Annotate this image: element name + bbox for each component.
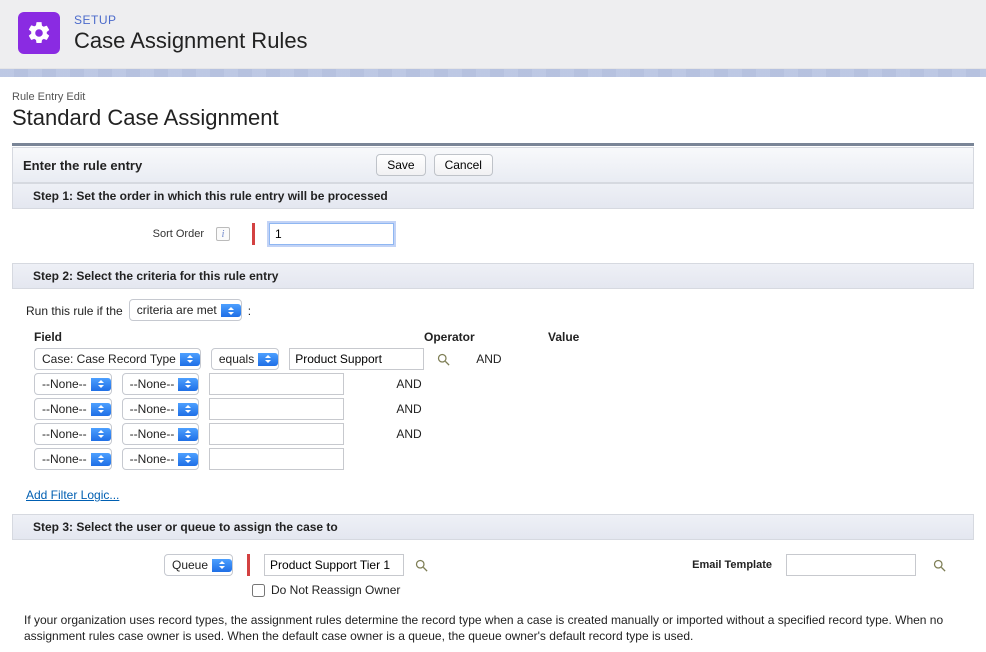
and-label: AND	[476, 352, 501, 366]
sort-order-label: Sort Order	[24, 228, 204, 240]
criteria-operator-select[interactable]: --None--	[122, 402, 200, 417]
page-title: Standard Case Assignment	[12, 105, 974, 131]
and-label: AND	[396, 427, 421, 441]
run-rule-prefix: Run this rule if the	[26, 304, 123, 318]
step2-title: Step 2: Select the criteria for this rul…	[25, 269, 278, 283]
breadcrumb: Rule Entry Edit	[12, 91, 974, 103]
and-label: AND	[396, 377, 421, 391]
criteria-operator-select[interactable]: equals	[211, 352, 279, 367]
criteria-row: Case: Case Record Type equals AND	[34, 348, 962, 370]
email-template-label: Email Template	[692, 559, 772, 571]
criteria-field-select[interactable]: --None--	[34, 402, 112, 417]
do-not-reassign-label: Do Not Reassign Owner	[271, 583, 400, 597]
assignee-type-select[interactable]: Queue	[164, 558, 233, 573]
panel-enter-title: Enter the rule entry	[23, 158, 142, 173]
lookup-icon[interactable]	[434, 350, 452, 368]
criteria-field-select[interactable]: --None--	[34, 427, 112, 442]
gear-icon	[18, 12, 60, 54]
step2-header: Step 2: Select the criteria for this rul…	[12, 263, 974, 289]
do-not-reassign-checkbox[interactable]	[252, 584, 265, 597]
criteria-row: --None-- --None-- AND	[34, 398, 962, 420]
step1-title: Step 1: Set the order in which this rule…	[25, 189, 388, 203]
email-template-input[interactable]	[786, 554, 916, 576]
step1-header: Step 1: Set the order in which this rule…	[12, 183, 974, 209]
criteria-value-input[interactable]	[289, 348, 424, 370]
criteria-value-input[interactable]	[209, 373, 344, 395]
criteria-operator-select[interactable]: --None--	[122, 377, 200, 392]
criteria-field-select[interactable]: --None--	[34, 452, 112, 467]
col-operator: Operator	[424, 330, 538, 344]
lookup-icon[interactable]	[412, 556, 430, 574]
run-mode-select[interactable]: criteria are met	[129, 303, 242, 318]
add-filter-logic-link[interactable]: Add Filter Logic...	[26, 488, 119, 502]
criteria-table: Field Operator Value Case: Case Record T…	[34, 330, 962, 470]
footer-help-text: If your organization uses record types, …	[12, 603, 974, 644]
step3-title: Step 3: Select the user or queue to assi…	[25, 520, 338, 534]
app-header: SETUP Case Assignment Rules	[0, 0, 986, 69]
header-subtitle: SETUP	[74, 13, 308, 27]
col-value: Value	[548, 330, 683, 344]
criteria-value-input[interactable]	[209, 423, 344, 445]
criteria-field-select[interactable]: --None--	[34, 377, 112, 392]
required-indicator	[252, 223, 255, 245]
and-label: AND	[396, 402, 421, 416]
lookup-icon[interactable]	[930, 556, 948, 574]
run-rule-colon: :	[248, 304, 251, 318]
criteria-row: --None-- --None-- AND	[34, 423, 962, 445]
header-title: Case Assignment Rules	[74, 28, 308, 54]
panel-enter-rule: Enter the rule entry Save Cancel	[12, 147, 974, 183]
assignee-input[interactable]	[264, 554, 404, 576]
criteria-row: --None-- --None--	[34, 448, 962, 470]
criteria-operator-select[interactable]: --None--	[122, 452, 200, 467]
info-icon[interactable]: i	[216, 227, 230, 241]
step3-header: Step 3: Select the user or queue to assi…	[12, 514, 974, 540]
criteria-row: --None-- --None-- AND	[34, 373, 962, 395]
title-rule	[12, 143, 974, 146]
cancel-button[interactable]: Cancel	[434, 154, 493, 176]
header-divider	[0, 69, 986, 77]
criteria-value-input[interactable]	[209, 448, 344, 470]
criteria-value-input[interactable]	[209, 398, 344, 420]
sort-order-input[interactable]	[269, 223, 394, 245]
criteria-operator-select[interactable]: --None--	[122, 427, 200, 442]
required-indicator	[247, 554, 250, 576]
criteria-field-select[interactable]: Case: Case Record Type	[34, 352, 201, 367]
col-field: Field	[34, 330, 414, 344]
save-button[interactable]: Save	[376, 154, 425, 176]
